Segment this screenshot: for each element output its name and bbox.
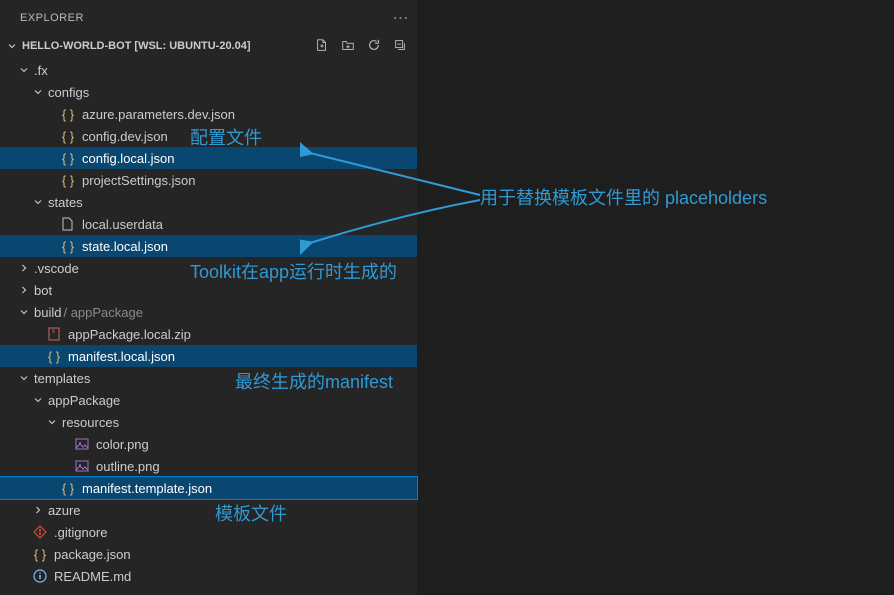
chevron-down-icon <box>16 304 32 320</box>
folder-label: build <box>34 305 61 320</box>
zip-icon <box>46 326 62 342</box>
file-label: azure.parameters.dev.json <box>82 107 235 122</box>
folder-configs[interactable]: configs <box>0 81 417 103</box>
json-icon: { } <box>60 480 76 496</box>
file-label: manifest.local.json <box>68 349 175 364</box>
folder-label: configs <box>48 85 89 100</box>
annotation-config: 配置文件 <box>190 124 262 150</box>
chevron-down-icon <box>30 392 46 408</box>
folder-azure[interactable]: azure <box>0 499 417 521</box>
file-label: projectSettings.json <box>82 173 195 188</box>
explorer-panel: EXPLORER ⋯ HELLO-WORLD-BOT [WSL: UBUNTU-… <box>0 0 418 595</box>
file-label: local.userdata <box>82 217 163 232</box>
file-project-settings[interactable]: { } projectSettings.json <box>0 169 417 191</box>
collapse-all-icon[interactable] <box>393 38 407 55</box>
folder-label: templates <box>34 371 90 386</box>
json-icon: { } <box>46 348 62 364</box>
file-label: color.png <box>96 437 149 452</box>
file-apppackage-zip[interactable]: appPackage.local.zip <box>0 323 417 345</box>
json-icon: { } <box>60 238 76 254</box>
more-actions-icon[interactable]: ⋯ <box>393 8 410 28</box>
refresh-icon[interactable] <box>367 38 381 55</box>
folder-build[interactable]: build / appPackage <box>0 301 417 323</box>
chevron-down-icon <box>30 84 46 100</box>
file-manifest-local[interactable]: { } manifest.local.json <box>0 345 417 367</box>
image-icon <box>74 436 90 452</box>
file-label: .gitignore <box>54 525 107 540</box>
file-package-json[interactable]: { } package.json <box>0 543 417 565</box>
file-state-local[interactable]: { } state.local.json <box>0 235 417 257</box>
file-manifest-template[interactable]: { } manifest.template.json <box>0 477 417 499</box>
file-label: config.local.json <box>82 151 175 166</box>
panel-header: EXPLORER ⋯ <box>0 0 417 35</box>
info-icon <box>32 568 48 584</box>
file-label: README.md <box>54 569 131 584</box>
file-label: appPackage.local.zip <box>68 327 191 342</box>
file-color-png[interactable]: color.png <box>0 433 417 455</box>
folder-states[interactable]: states <box>0 191 417 213</box>
folder-label: appPackage <box>48 393 120 408</box>
new-file-icon[interactable] <box>315 38 329 55</box>
annotation-template: 模板文件 <box>215 500 287 526</box>
image-icon <box>74 458 90 474</box>
folder-label: azure <box>48 503 81 518</box>
chevron-down-icon <box>30 194 46 210</box>
section-header[interactable]: HELLO-WORLD-BOT [WSL: UBUNTU-20.04] <box>0 35 417 57</box>
annotation-placeholders: 用于替换模板文件里的 placeholders <box>480 184 767 210</box>
folder-subpath: / appPackage <box>63 305 143 320</box>
file-label: package.json <box>54 547 131 562</box>
json-icon: { } <box>60 106 76 122</box>
folder-fx[interactable]: .fx <box>0 59 417 81</box>
file-config-local[interactable]: { } config.local.json <box>0 147 417 169</box>
file-label: config.dev.json <box>82 129 168 144</box>
annotation-manifest: 最终生成的manifest <box>235 368 393 394</box>
file-label: outline.png <box>96 459 160 474</box>
folder-label: states <box>48 195 83 210</box>
file-label: state.local.json <box>82 239 168 254</box>
file-local-userdata[interactable]: local.userdata <box>0 213 417 235</box>
chevron-right-icon <box>16 282 32 298</box>
file-icon <box>60 216 76 232</box>
editor-area <box>418 0 894 595</box>
chevron-down-icon <box>44 414 60 430</box>
folder-label: .fx <box>34 63 48 78</box>
file-outline-png[interactable]: outline.png <box>0 455 417 477</box>
chevron-right-icon <box>16 260 32 276</box>
chevron-down-icon <box>16 370 32 386</box>
chevron-down-icon <box>4 38 20 54</box>
folder-label: resources <box>62 415 119 430</box>
file-azure-params[interactable]: { } azure.parameters.dev.json <box>0 103 417 125</box>
json-icon: { } <box>60 150 76 166</box>
file-gitignore[interactable]: .gitignore <box>0 521 417 543</box>
chevron-right-icon <box>30 502 46 518</box>
folder-label: .vscode <box>34 261 79 276</box>
json-icon: { } <box>32 546 48 562</box>
file-label: manifest.template.json <box>82 481 212 496</box>
annotation-toolkit: Toolkit在app运行时生成的 <box>190 258 397 284</box>
panel-title: EXPLORER <box>20 12 84 24</box>
file-readme[interactable]: README.md <box>0 565 417 587</box>
git-icon <box>32 524 48 540</box>
folder-label: bot <box>34 283 52 298</box>
new-folder-icon[interactable] <box>341 38 355 55</box>
section-title: HELLO-WORLD-BOT [WSL: UBUNTU-20.04] <box>22 40 251 52</box>
chevron-down-icon <box>16 62 32 78</box>
json-icon: { } <box>60 128 76 144</box>
json-icon: { } <box>60 172 76 188</box>
folder-resources[interactable]: resources <box>0 411 417 433</box>
section-actions <box>315 38 417 55</box>
